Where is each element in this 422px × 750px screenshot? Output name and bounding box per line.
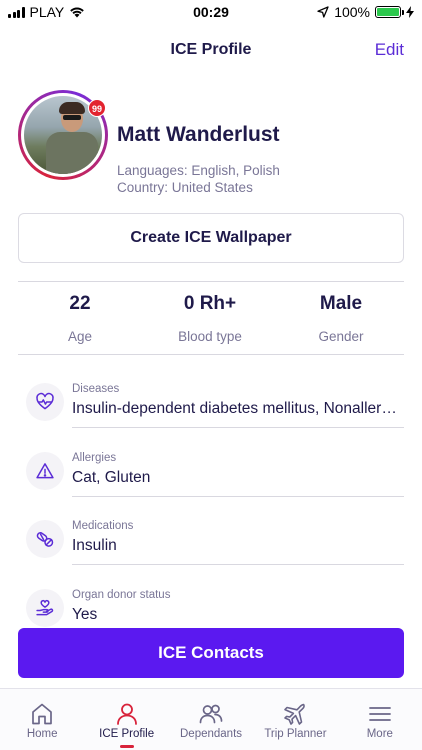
tab-home[interactable]: Home [0, 689, 84, 750]
nav-bar: ICE Profile Edit [0, 34, 422, 68]
warning-icon [26, 452, 64, 490]
info-label: Allergies [72, 452, 117, 464]
stat-label: Blood type [178, 329, 242, 344]
notification-badge: 99 [88, 99, 106, 117]
tab-label: Dependants [180, 728, 243, 740]
stat-gender: Male Gender [281, 293, 401, 344]
location-arrow-icon [317, 6, 329, 18]
stat-label: Gender [318, 329, 364, 344]
battery-percent: 100% [334, 4, 370, 20]
profile-name: Matt Wanderlust [117, 123, 280, 146]
status-right: 100% [317, 4, 414, 20]
tab-ice-profile[interactable]: ICE Profile [84, 689, 168, 750]
info-row-diseases[interactable]: Diseases Insulin-dependent diabetes mell… [18, 383, 404, 443]
info-label: Diseases [72, 383, 120, 395]
dependants-icon [199, 704, 223, 724]
edit-button[interactable]: Edit [375, 40, 404, 60]
info-label: Medications [72, 520, 134, 532]
tab-label: More [366, 728, 393, 740]
info-value: Insulin [72, 537, 117, 554]
donor-hand-icon [26, 589, 64, 627]
heart-pulse-icon [26, 383, 64, 421]
create-wallpaper-button[interactable]: Create ICE Wallpaper [18, 213, 404, 263]
battery-icon [375, 6, 404, 18]
info-value: Yes [72, 606, 98, 623]
stat-value: Male [319, 293, 363, 314]
stat-value: 22 [69, 293, 91, 314]
tab-bar: Home ICE Profile Dependants Trip Planner… [0, 688, 422, 750]
divider [18, 281, 404, 282]
profile-country: Country: United States [117, 180, 253, 195]
divider [72, 427, 404, 428]
ice-contacts-button[interactable]: ICE Contacts [18, 628, 404, 678]
profile-icon [116, 703, 137, 725]
divider [72, 564, 404, 565]
tab-label: ICE Profile [99, 728, 155, 740]
divider [18, 354, 404, 355]
status-bar: PLAY 00:29 100% [0, 0, 422, 24]
info-row-allergies[interactable]: Allergies Cat, Gluten [18, 452, 404, 512]
tab-dependants[interactable]: Dependants [169, 689, 253, 750]
active-tab-indicator [119, 745, 134, 748]
tab-trip-planner[interactable]: Trip Planner [253, 689, 337, 750]
info-value: Cat, Gluten [72, 469, 151, 486]
airplane-icon [284, 703, 306, 725]
stat-value: 0 Rh+ [183, 293, 237, 314]
stat-label: Age [67, 329, 93, 344]
home-icon [32, 703, 53, 725]
stat-blood-type: 0 Rh+ Blood type [150, 293, 270, 344]
charging-bolt-icon [406, 6, 414, 18]
info-value: Insulin-dependent diabetes mellitus, Non… [72, 400, 402, 417]
stat-age: 22 Age [20, 293, 140, 344]
tab-label: Trip Planner [264, 728, 327, 740]
page-title: ICE Profile [170, 41, 252, 58]
profile-languages: Languages: English, Polish [117, 163, 280, 178]
divider [72, 496, 404, 497]
pills-icon [26, 520, 64, 558]
tab-more[interactable]: More [338, 689, 422, 750]
tab-label: Home [26, 728, 58, 740]
info-label: Organ donor status [72, 589, 171, 601]
info-row-medications[interactable]: Medications Insulin [18, 520, 404, 580]
menu-icon [368, 707, 391, 721]
